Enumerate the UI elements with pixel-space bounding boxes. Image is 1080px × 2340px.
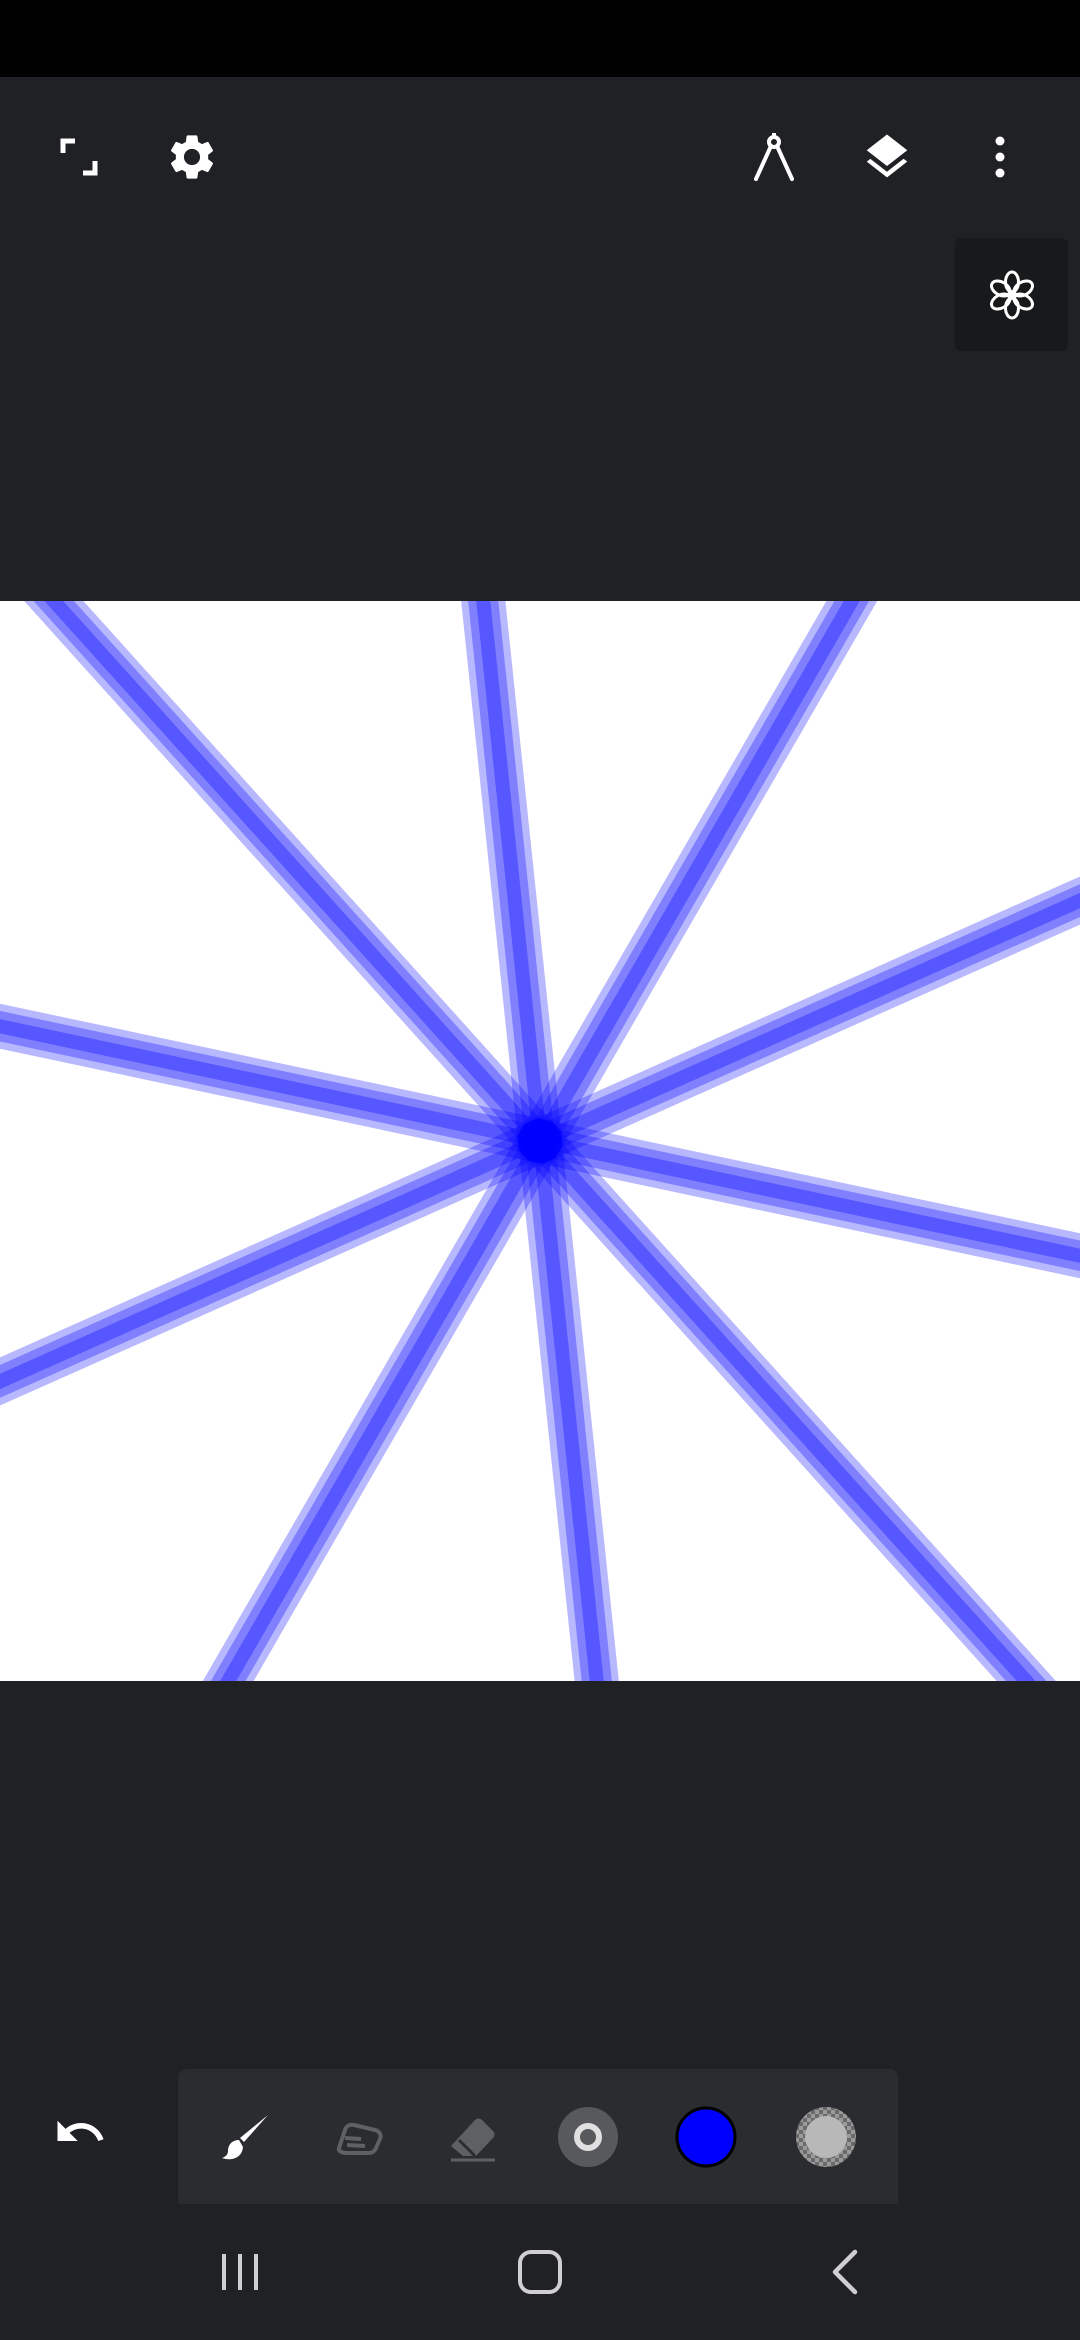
fullscreen-button[interactable] — [40, 118, 118, 196]
brush-icon — [222, 2115, 268, 2160]
symmetry-button[interactable] — [955, 238, 1068, 351]
smudge-icon — [336, 2122, 383, 2155]
flower-petal — [1003, 296, 1020, 319]
color-swatch — [675, 2106, 737, 2168]
undo-button[interactable] — [40, 2092, 120, 2172]
eraser-icon — [451, 2118, 495, 2162]
more-vert-icon — [995, 136, 1005, 178]
flower-petal — [1003, 270, 1020, 293]
symmetry-stroke — [0, 1119, 562, 1406]
brush-size-button[interactable] — [538, 2087, 638, 2187]
layers-icon — [866, 134, 908, 178]
status-bar — [0, 0, 1080, 77]
brush-size-icon — [558, 2107, 618, 2167]
drawing-app — [0, 0, 1080, 2340]
settings-button[interactable] — [153, 118, 231, 196]
drawing-canvas[interactable] — [0, 601, 1080, 1681]
layers-button[interactable] — [848, 118, 926, 196]
tool-panel — [178, 2069, 898, 2204]
back-button[interactable] — [790, 2222, 900, 2322]
symmetry-stroke — [202, 1119, 562, 1681]
color-swatch-button[interactable] — [656, 2087, 756, 2187]
system-nav-bar — [0, 2204, 1080, 2340]
canvas-strokes — [0, 601, 1080, 1681]
home-icon — [518, 2250, 562, 2294]
home-button[interactable] — [485, 2222, 595, 2322]
opacity-button[interactable] — [776, 2087, 876, 2187]
brush-tool-button[interactable] — [196, 2087, 296, 2187]
guides-button[interactable] — [735, 118, 813, 196]
eraser-tool-button[interactable] — [424, 2087, 524, 2187]
symmetry-stroke — [518, 876, 1080, 1163]
gear-icon — [170, 135, 214, 179]
recents-icon — [222, 2254, 258, 2290]
symmetry-stroke — [518, 601, 878, 1163]
recents-button[interactable] — [185, 2222, 295, 2322]
smudge-tool-button[interactable] — [310, 2087, 410, 2187]
opacity-icon — [796, 2107, 856, 2167]
compass-icon — [754, 133, 794, 181]
flower-icon — [989, 270, 1034, 319]
fullscreen-icon — [60, 138, 98, 176]
more-button[interactable] — [961, 118, 1039, 196]
back-icon — [832, 2249, 858, 2295]
undo-icon — [57, 2120, 104, 2141]
